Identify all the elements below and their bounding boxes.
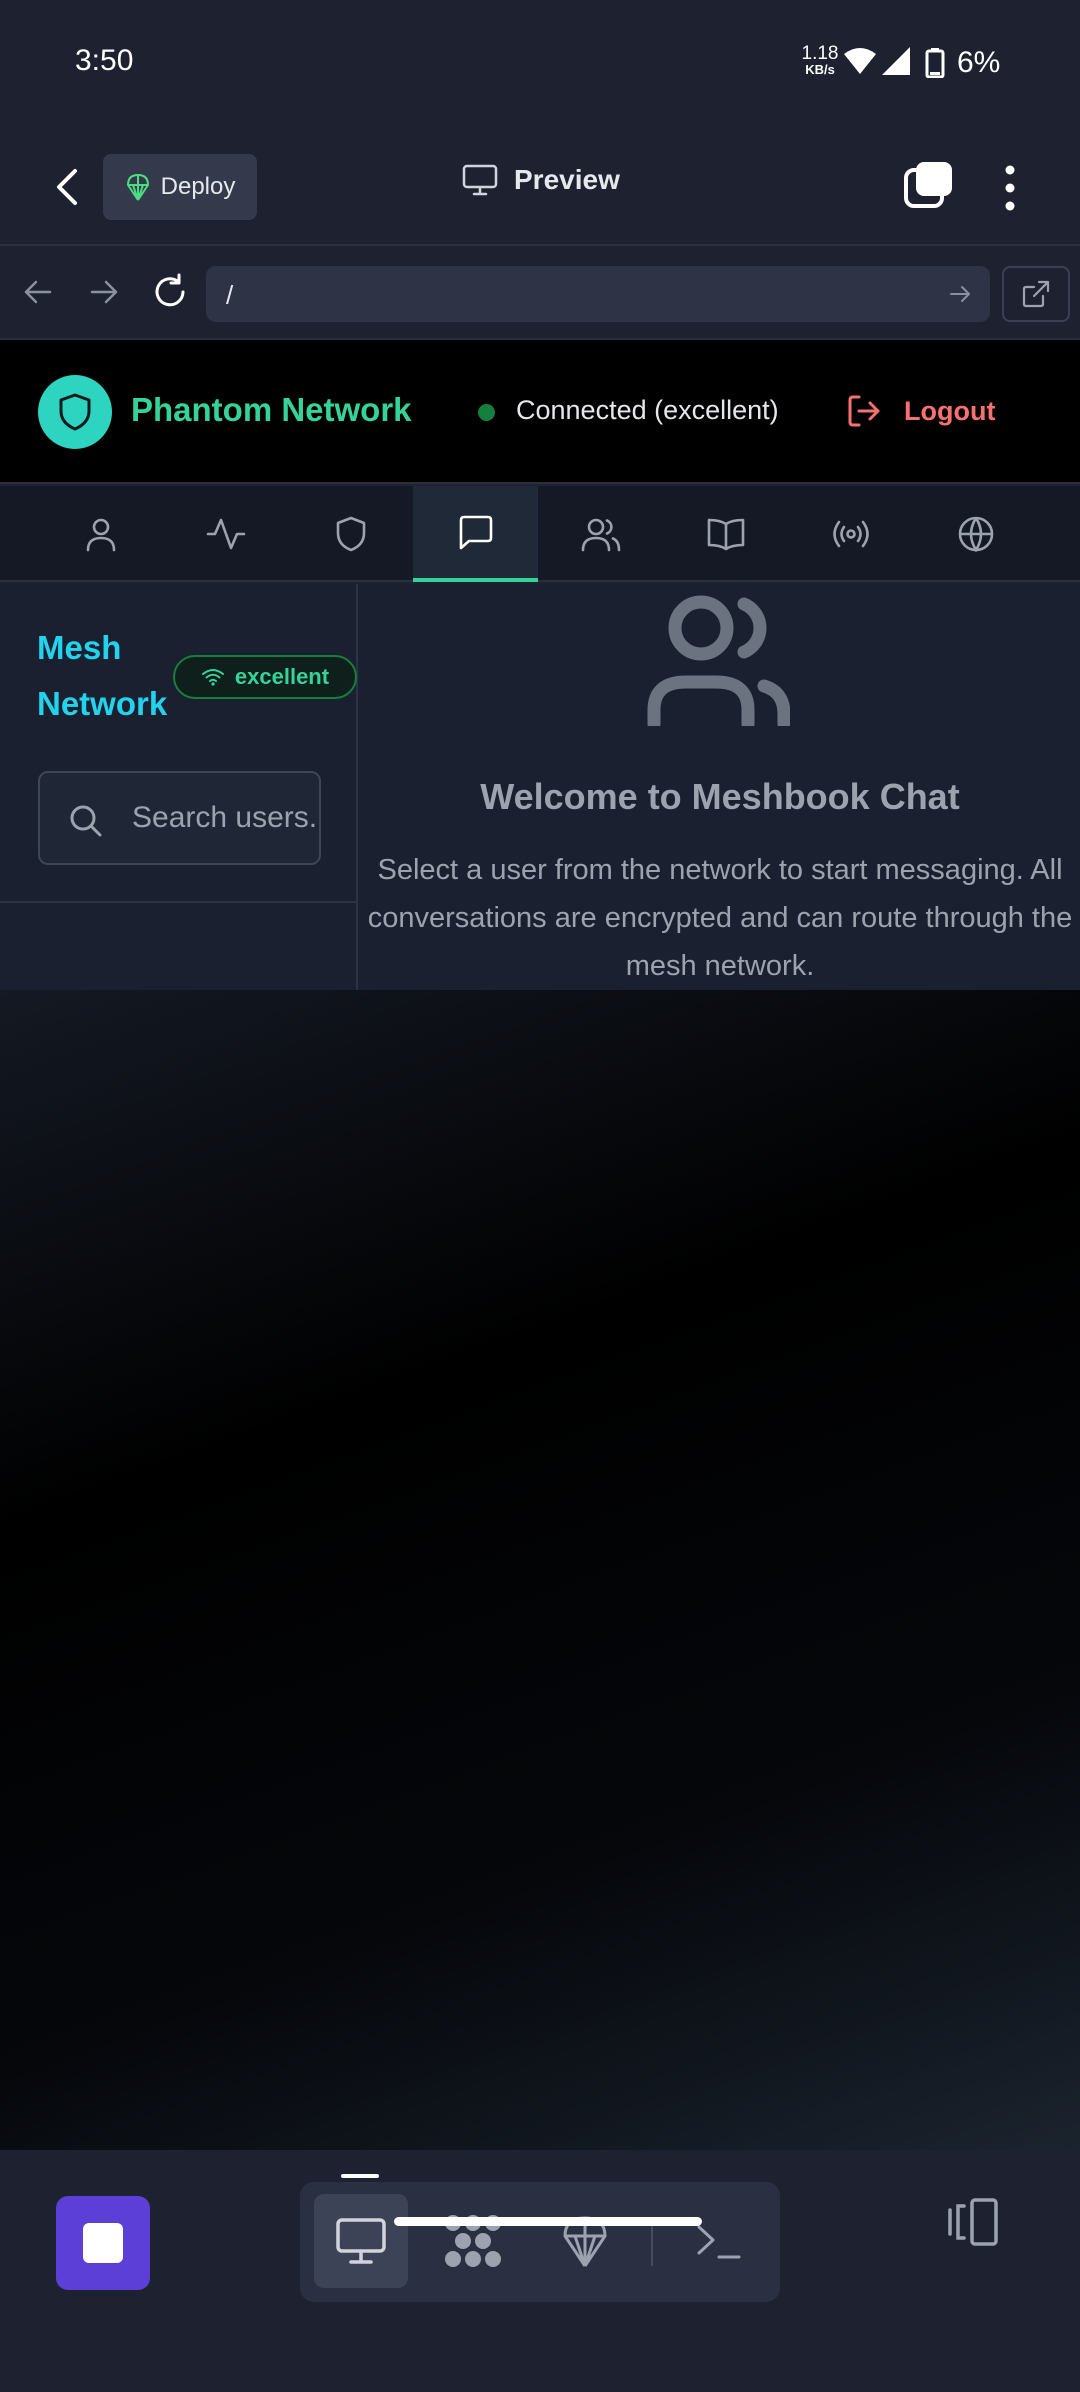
view-preview-button[interactable] [314, 2194, 408, 2288]
network-speed-value: 1.18 [801, 43, 839, 64]
book-open-icon [707, 518, 744, 551]
browser-forward-button[interactable] [86, 274, 122, 310]
wifi-icon [843, 46, 877, 76]
monitor-icon [462, 164, 498, 196]
users-icon [581, 518, 620, 552]
chat-main: Mesh Network excellent Welcome to Meshbo… [0, 584, 1080, 990]
deploy-icon [126, 174, 149, 201]
connection-quality-label: excellent [234, 664, 330, 689]
battery-percent: 6% [957, 46, 1001, 79]
logout-button[interactable]: Logout [846, 388, 995, 434]
network-speed-unit: KB/s [805, 62, 835, 77]
network-speed: 1.18 KB/s [800, 44, 840, 76]
more-options-button[interactable] [990, 158, 1030, 218]
preview-label: Preview [514, 164, 620, 195]
nav-tabs [0, 486, 1080, 582]
home-indicator [394, 2217, 702, 2226]
sidebar-divider [0, 901, 356, 903]
app-header: Phantom Network Connected (excellent) Lo… [0, 340, 1080, 484]
status-time: 3:50 [75, 44, 134, 77]
welcome-panel: Welcome to Meshbook Chat Select a user f… [360, 584, 1080, 990]
preview-title: Preview [462, 164, 620, 196]
device-toggle-button[interactable] [944, 2196, 1004, 2248]
connection-status: Connected (excellent) [516, 395, 779, 425]
tab-broadcast[interactable] [788, 486, 913, 582]
welcome-title: Welcome to Meshbook Chat [480, 776, 960, 817]
tab-activity[interactable] [163, 486, 288, 582]
terminal-icon [697, 2225, 741, 2259]
back-button[interactable] [40, 160, 94, 214]
browser-bar: / [0, 248, 1080, 340]
external-link-icon [1022, 280, 1050, 308]
chevron-left-icon [57, 169, 77, 205]
reload-button[interactable] [150, 272, 190, 312]
url-text: / [226, 280, 234, 310]
status-bar: 3:50 1.18 KB/s 6% [0, 0, 1080, 128]
tab-chat[interactable] [413, 486, 538, 582]
view-switcher [300, 2182, 780, 2302]
search-input[interactable] [132, 793, 319, 843]
tabs-button[interactable] [900, 158, 960, 218]
page-background [0, 990, 1080, 2150]
chat-sidebar: Mesh Network excellent [0, 584, 358, 990]
url-field[interactable]: / [206, 266, 990, 322]
brand-name: Phantom Network [131, 391, 412, 428]
logout-label: Logout [904, 395, 996, 426]
view-console-button[interactable] [672, 2194, 766, 2288]
tab-security[interactable] [288, 486, 413, 582]
wifi-icon [201, 669, 224, 686]
view-workflow-button[interactable] [426, 2194, 520, 2288]
search-box[interactable] [38, 771, 321, 865]
view-switcher-divider [651, 2226, 653, 2266]
brand-logo [38, 375, 112, 449]
more-vertical-icon [1005, 165, 1015, 211]
shield-icon [336, 516, 365, 552]
sidebar-title: Mesh Network [37, 629, 168, 722]
refresh-icon [155, 273, 185, 307]
deploy-button[interactable]: Deploy [103, 154, 257, 220]
shield-icon [59, 393, 91, 431]
tab-globe[interactable] [913, 486, 1038, 582]
welcome-text: Select a user from the network to start … [367, 854, 1073, 982]
stop-icon [83, 2223, 123, 2263]
stop-button[interactable] [56, 2196, 150, 2290]
tabs-icon [904, 162, 952, 208]
globe-icon [958, 516, 993, 553]
radio-icon [832, 520, 869, 548]
message-square-icon [459, 515, 492, 550]
deploy-label: Deploy [160, 173, 236, 200]
view-deploy-button[interactable] [538, 2194, 632, 2288]
tab-book[interactable] [663, 486, 788, 582]
open-external-button[interactable] [1002, 266, 1070, 322]
connection-status-dot [478, 404, 495, 421]
arrow-left-icon [24, 280, 52, 304]
url-go-button[interactable] [948, 282, 972, 306]
activity-icon [206, 518, 245, 550]
logout-icon [848, 395, 880, 427]
tab-profile[interactable] [38, 486, 163, 582]
users-icon [646, 594, 790, 726]
monitor-icon [336, 2218, 386, 2264]
arrow-right-icon [90, 280, 118, 304]
connection-quality-badge: excellent [173, 655, 357, 699]
device-toggle-icon [948, 2198, 998, 2246]
cell-signal-icon [880, 46, 912, 76]
search-icon [68, 803, 104, 839]
browser-back-button[interactable] [20, 274, 56, 310]
tab-users[interactable] [538, 486, 663, 582]
arrow-right-icon [950, 286, 970, 302]
bottom-dock [0, 2150, 1080, 2392]
user-icon [86, 518, 115, 552]
battery-icon [925, 48, 945, 78]
app-toolbar: Deploy Preview [0, 128, 1080, 246]
active-view-indicator [341, 2174, 379, 2178]
